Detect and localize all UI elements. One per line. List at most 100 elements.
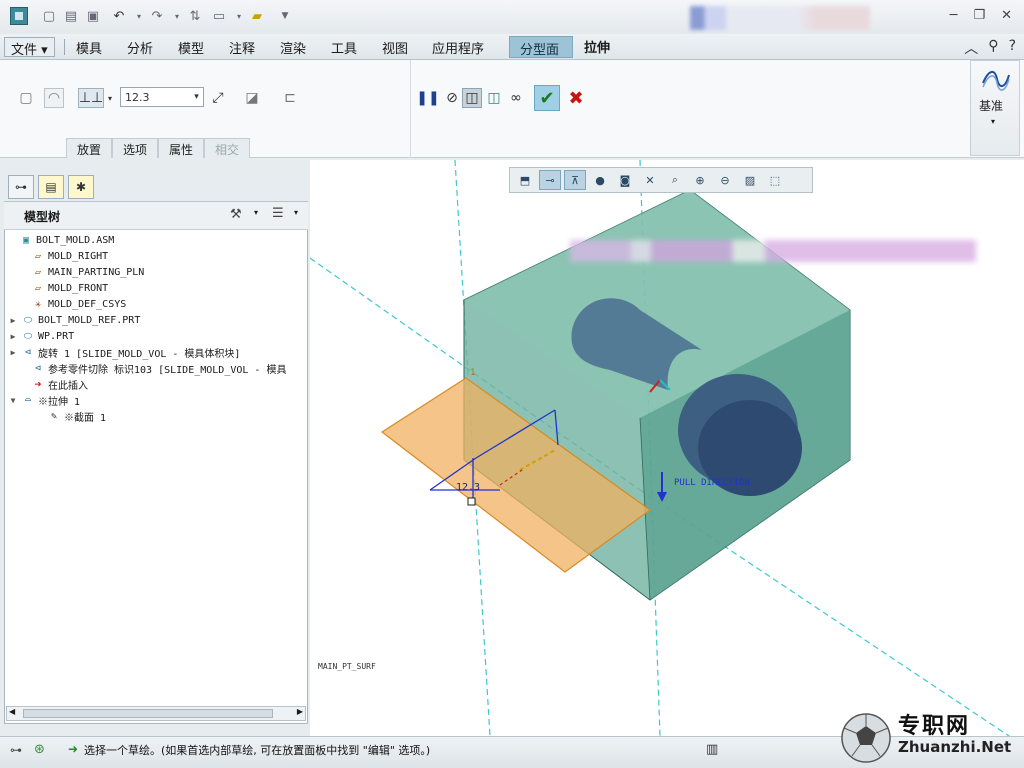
undo-dropdown-icon[interactable]: ▾ — [130, 7, 148, 25]
scrollbar-thumb[interactable] — [23, 709, 273, 718]
tree-item-mold-def-csys[interactable]: ✳ MOLD_DEF_CSYS — [8, 296, 306, 312]
display-style-icon[interactable]: ● — [589, 170, 611, 190]
depth-value-dropdown-icon[interactable]: ▾ — [190, 88, 203, 106]
close-window-icon[interactable]: ▰ — [248, 7, 266, 25]
detached-preview-icon[interactable]: ◫ — [484, 88, 504, 108]
tree-item-mold-front[interactable]: ▱ MOLD_FRONT — [8, 280, 306, 296]
new-file-icon[interactable]: ▢ — [40, 7, 58, 25]
undo-icon[interactable]: ↶ — [110, 7, 128, 25]
camera-icon[interactable]: ◙ — [614, 170, 636, 190]
tree-item-wp[interactable]: ▶ ⬭ WP.PRT — [8, 328, 306, 344]
restore-icon[interactable]: ❐ — [973, 8, 985, 23]
tab-properties[interactable]: 属性 — [158, 138, 205, 158]
tab-placement[interactable]: 放置 — [66, 138, 113, 158]
windows-dropdown-icon[interactable]: ▾ — [230, 7, 248, 25]
solid-icon[interactable]: ▢ — [16, 88, 36, 108]
tab-model[interactable]: 模型 — [178, 38, 204, 57]
tree-item-ref-part-cutout[interactable]: ⊲ 参考零件切除 标识103 [SLIDE_MOLD_VOL - 模具 — [8, 360, 306, 376]
zoom-in-icon[interactable]: ⊕ — [689, 170, 711, 190]
regenerate-icon[interactable]: ⇅ — [186, 7, 204, 25]
csys-display-icon[interactable]: ✕ — [639, 170, 661, 190]
tab-mold[interactable]: 模具 — [76, 38, 102, 57]
surface-icon[interactable]: ◠ — [44, 88, 64, 108]
collapse-ribbon-icon[interactable]: ︿ — [964, 38, 978, 58]
browser-toggle-icon[interactable]: ⊛ — [34, 742, 45, 757]
open-folder-icon[interactable]: ▤ — [62, 7, 80, 25]
file-menu[interactable]: 文件 ▾ — [4, 37, 55, 58]
attached-preview-icon[interactable]: ◫ — [462, 88, 482, 108]
display-datum-icon[interactable]: ⊸ — [539, 170, 561, 190]
tab-view[interactable]: 视图 — [382, 38, 408, 57]
pause-icon[interactable]: ❚❚ — [416, 88, 439, 108]
remove-material-icon[interactable]: ◪ — [242, 88, 262, 108]
repaint-icon[interactable]: ▨ — [739, 170, 761, 190]
minimize-icon[interactable]: ─ — [950, 8, 958, 23]
datum-plane-icon: ▱ — [34, 282, 42, 294]
ribbon-tabs: 文件 ▾ 模具 分析 模型 注释 渲染 工具 视图 应用程序 分型面 拉伸 ︿ … — [0, 34, 1024, 60]
graphics-window[interactable]: 12.3 PULL DIRECTION 1 MAIN_PT_SURF — [310, 160, 1024, 736]
tab-options[interactable]: 选项 — [112, 138, 159, 158]
model-tree-toggle-icon[interactable]: ⊶ — [10, 743, 22, 757]
windows-icon[interactable]: ▭ — [210, 7, 228, 25]
scroll-right-icon[interactable]: ▶ — [297, 707, 303, 716]
search-icon[interactable]: ⚲ — [988, 38, 998, 58]
ok-check-icon[interactable]: ✔ — [534, 85, 560, 111]
datum-plane-icon: ▱ — [34, 266, 42, 278]
tree-item-revolve[interactable]: ▶ ⊲ 旋转 1 [SLIDE_MOLD_VOL - 模具体积块] — [8, 344, 306, 360]
model-tree-tab-icon[interactable]: ⊶ — [8, 175, 34, 199]
expand-icon[interactable]: ▶ — [8, 332, 18, 341]
expand-icon[interactable]: ▶ — [8, 348, 18, 357]
tab-annotate[interactable]: 注释 — [229, 38, 255, 57]
no-preview-icon[interactable]: ⊘ — [442, 88, 462, 108]
thicken-icon[interactable]: ⊏ — [280, 88, 300, 108]
datum-group[interactable]: 基准 ▾ — [970, 60, 1020, 156]
annotation-display-icon[interactable]: ⬚ — [764, 170, 786, 190]
tree-item-assembly[interactable]: ▣ BOLT_MOLD.ASM — [8, 232, 306, 248]
app-icon[interactable] — [10, 7, 28, 25]
tab-tools[interactable]: 工具 — [331, 38, 357, 57]
flip-direction-icon[interactable]: ⤢ — [208, 88, 228, 108]
tree-item-label: MOLD_RIGHT — [48, 250, 109, 262]
collapse-icon[interactable]: ▼ — [8, 396, 18, 405]
tree-item-insert-here[interactable]: ➔ 在此插入 — [8, 376, 306, 392]
verify-glasses-icon[interactable]: ∞ — [506, 88, 526, 108]
extrude-icon: ⌓ — [24, 394, 32, 406]
soccer-ball-logo — [841, 713, 891, 763]
saved-orientations-icon[interactable]: ⬒ — [514, 170, 536, 190]
settings-dropdown-icon[interactable]: ▾ — [254, 208, 258, 217]
show-dropdown-icon[interactable]: ▾ — [294, 208, 298, 217]
zoom-out-icon[interactable]: ⊖ — [714, 170, 736, 190]
save-icon[interactable]: ▣ — [84, 7, 102, 25]
tree-item-main-parting-pln[interactable]: ▱ MAIN_PARTING_PLN — [8, 264, 306, 280]
folder-browser-tab-icon[interactable]: ▤ — [38, 175, 64, 199]
refit-icon[interactable]: ⌕ — [664, 170, 686, 190]
dimension-label[interactable]: 12.3 — [456, 482, 480, 493]
help-icon[interactable]: ? — [1009, 38, 1016, 58]
settings-tools-icon[interactable]: ⚒ — [230, 207, 242, 222]
tree-item-mold-right[interactable]: ▱ MOLD_RIGHT — [8, 248, 306, 264]
expand-icon[interactable]: ▶ — [8, 316, 18, 325]
tab-extrude[interactable]: 拉伸 — [584, 37, 610, 56]
tab-analysis[interactable]: 分析 — [127, 38, 153, 57]
tab-render[interactable]: 渲染 — [280, 38, 306, 57]
tab-applications[interactable]: 应用程序 — [432, 38, 484, 57]
show-options-icon[interactable]: ☰ — [272, 206, 284, 221]
tab-parting-surface[interactable]: 分型面 — [509, 36, 573, 58]
depth-blind-icon[interactable]: ⊥⊥ — [78, 88, 104, 108]
depth-options-dropdown-icon[interactable]: ▾ — [104, 88, 116, 108]
selection-filter-icon[interactable]: ▥ — [706, 742, 718, 757]
tree-item-section[interactable]: ✎ ※截面 1 — [8, 408, 306, 424]
horizontal-scrollbar[interactable]: ◀ ▶ — [6, 706, 306, 721]
tab-intersect[interactable]: 相交 — [204, 138, 251, 158]
redo-dropdown-icon[interactable]: ▾ — [168, 7, 186, 25]
customize-toolbar-icon[interactable]: ▼ — [276, 7, 294, 25]
tree-item-bolt-mold-ref[interactable]: ▶ ⬭ BOLT_MOLD_REF.PRT — [8, 312, 306, 328]
favorites-tab-icon[interactable]: ✱ — [68, 175, 94, 199]
cancel-x-icon[interactable]: ✖ — [566, 88, 586, 109]
redo-icon[interactable]: ↷ — [148, 7, 166, 25]
datum-dropdown-icon[interactable]: ▾ — [991, 117, 995, 126]
tree-item-extrude[interactable]: ▼ ⌓ ※拉伸 1 — [8, 392, 306, 408]
scroll-left-icon[interactable]: ◀ — [9, 707, 15, 716]
display-axis-icon[interactable]: ⊼ — [564, 170, 586, 190]
close-icon[interactable]: ✕ — [1001, 8, 1012, 23]
